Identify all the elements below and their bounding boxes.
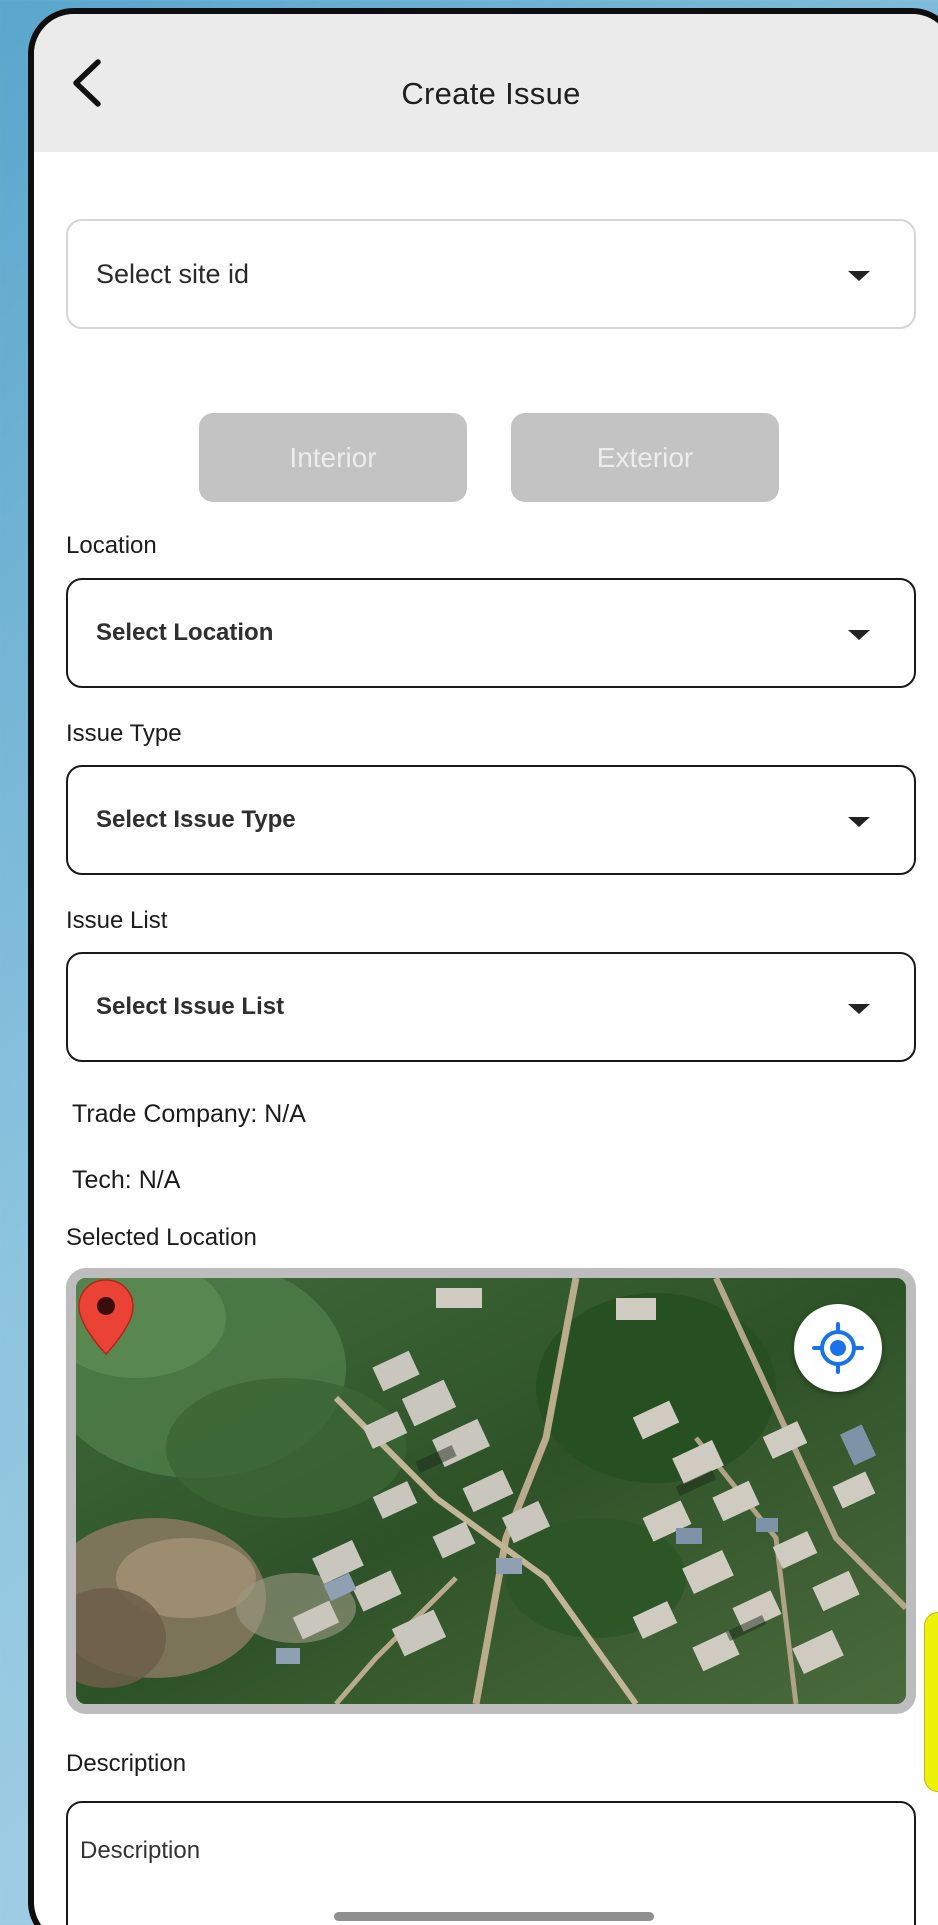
selected-location-label: Selected Location [66, 1224, 257, 1251]
satellite-imagery [76, 1278, 906, 1704]
location-dropdown[interactable]: Select Location [66, 578, 916, 688]
tech-text: Tech: N/A [72, 1166, 181, 1194]
issue-list-dropdown[interactable]: Select Issue List [66, 952, 916, 1062]
issue-type-placeholder: Select Issue Type [96, 806, 296, 833]
trade-company-text: Trade Company: N/A [72, 1100, 306, 1128]
location-placeholder: Select Location [96, 619, 274, 646]
location-label: Location [66, 532, 157, 559]
my-location-button[interactable] [794, 1304, 882, 1392]
site-id-dropdown[interactable]: Select site id [66, 219, 916, 329]
exterior-button[interactable]: Exterior [511, 413, 779, 502]
issue-type-label: Issue Type [66, 720, 182, 747]
interior-button[interactable]: Interior [199, 413, 467, 502]
location-map[interactable] [66, 1268, 916, 1714]
side-drawer-tab[interactable] [924, 1612, 938, 1792]
my-location-icon [812, 1322, 864, 1374]
description-label: Description [66, 1750, 187, 1777]
home-indicator[interactable] [334, 1912, 654, 1921]
app-bar: Create Issue [34, 14, 938, 152]
map-pin-icon [78, 1279, 134, 1356]
caret-down-icon [848, 817, 870, 827]
issue-list-label: Issue List [66, 907, 168, 934]
site-id-placeholder: Select site id [96, 259, 250, 289]
caret-down-icon [848, 271, 870, 281]
caret-down-icon [848, 630, 870, 640]
issue-list-placeholder: Select Issue List [96, 993, 285, 1020]
description-input[interactable]: Description [66, 1801, 916, 1925]
description-placeholder: Description [80, 1837, 201, 1864]
caret-down-icon [848, 1004, 870, 1014]
phone-frame: Create Issue Select site id Interior Ext… [28, 8, 938, 1925]
page-title: Create Issue [401, 76, 581, 111]
issue-type-dropdown[interactable]: Select Issue Type [66, 765, 916, 875]
